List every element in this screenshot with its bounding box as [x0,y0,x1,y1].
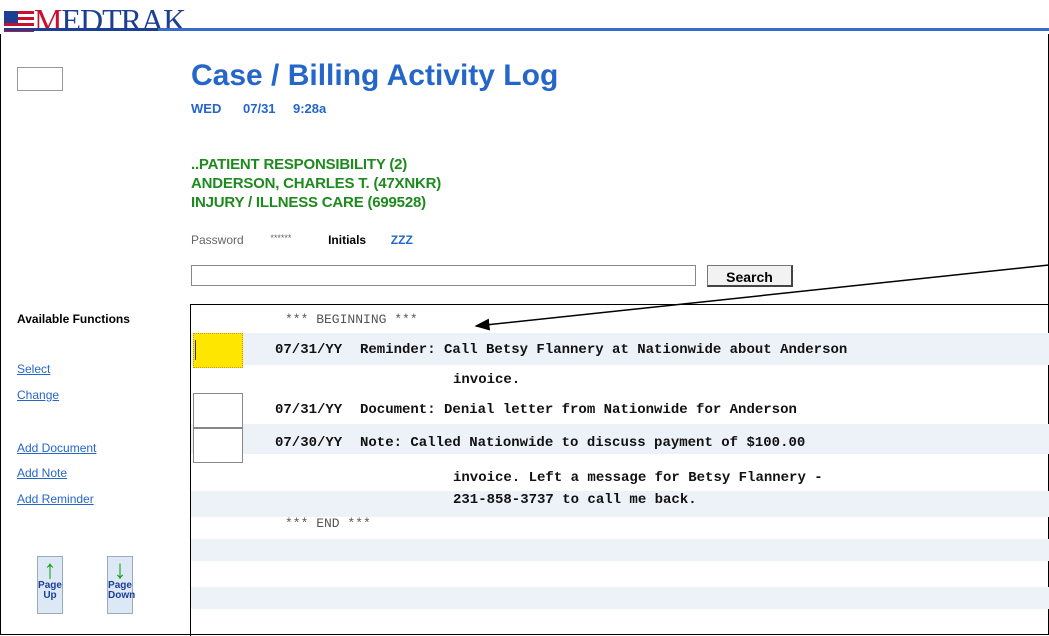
arrow-down-icon: ↓ [113,554,127,584]
end-marker: *** END *** [285,516,371,531]
page-title: Case / Billing Activity Log [191,59,559,92]
date-label: 07/31 [243,101,276,116]
entry-date: 07/31/YY [275,402,343,418]
page-up-button[interactable]: ↑ Page Up [37,556,63,614]
case-type: INJURY / ILLNESS CARE (699528) [191,194,426,211]
page-down-label: Page Down [108,580,136,601]
activity-log: *** BEGINNING *** 07/31/YY Reminder: Cal… [190,304,1049,636]
quick-entry-box[interactable] [17,67,63,91]
arrow-up-icon: ↑ [43,554,57,584]
initials-value[interactable]: ZZZ [391,233,413,247]
entry-text: Reminder: Call Betsy Flannery at Nationw… [360,342,848,358]
search-input[interactable] [191,265,696,286]
page-up-label: Page Up [38,580,62,601]
auth-line: Password ****** Initials ZZZ [191,233,413,247]
password-field[interactable]: ****** [270,233,291,243]
entry-select-box[interactable] [193,428,243,463]
header-rule [158,28,1049,31]
row-stripe [191,539,1049,561]
add-document-link[interactable]: Add Document [17,441,96,455]
add-reminder-link[interactable]: Add Reminder [17,492,94,506]
add-note-link[interactable]: Add Note [17,466,67,480]
case-patient: ANDERSON, CHARLES T. (47XNKR) [191,175,442,192]
change-link[interactable]: Change [17,388,59,402]
entry-date: 07/30/YY [275,435,343,451]
entry-text-cont: invoice. [453,372,521,388]
time-label: 9:28a [293,101,327,116]
day-label: WED [191,101,222,116]
password-label: Password [191,233,244,247]
logo-underline [4,28,158,31]
entry-text: Note: Called Nationwide to discuss payme… [360,435,806,451]
entry-select-box[interactable] [193,393,243,428]
entry-text-cont: 231-858-3737 to call me back. [453,492,697,508]
entry-date: 07/31/YY [275,342,343,358]
row-stripe [191,587,1049,609]
select-link[interactable]: Select [17,362,50,376]
case-payer: ..PATIENT RESPONSIBILITY (2) [191,156,408,173]
page-down-button[interactable]: ↓ Page Down [107,554,136,614]
available-functions-heading: Available Functions [17,312,130,326]
entry-select-box[interactable] [193,333,243,368]
search-button[interactable]: Search [707,265,793,287]
entry-text: Document: Denial letter from Nationwide … [360,402,797,418]
entry-text-cont: invoice. Left a message for Betsy Flanne… [453,470,823,486]
initials-label: Initials [328,233,367,247]
date-line: WED 07/31 9:28a [191,101,326,116]
beginning-marker: *** BEGINNING *** [285,312,418,327]
